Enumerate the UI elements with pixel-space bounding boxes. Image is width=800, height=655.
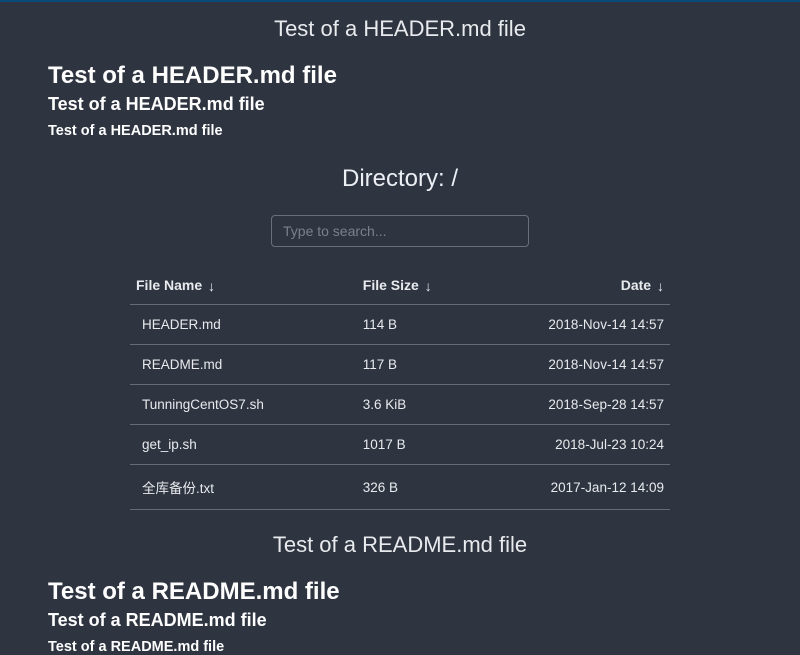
column-header-name[interactable]: File Name ↓ bbox=[130, 269, 333, 305]
file-name-cell[interactable]: README.md bbox=[130, 345, 333, 385]
sort-arrow-down-icon: ↓ bbox=[425, 278, 432, 294]
footer-markdown-block: Test of a README.md file Test of a READM… bbox=[0, 578, 800, 655]
table-row[interactable]: 全库备份.txt 326 B 2017-Jan-12 14:09 bbox=[130, 465, 670, 510]
table-row[interactable]: TunningCentOS7.sh 3.6 KiB 2018-Sep-28 14… bbox=[130, 385, 670, 425]
file-size-cell: 117 B bbox=[333, 345, 485, 385]
header-markdown-block: Test of a HEADER.md file Test of a HEADE… bbox=[0, 62, 800, 139]
table-row[interactable]: HEADER.md 114 B 2018-Nov-14 14:57 bbox=[130, 305, 670, 345]
file-name-cell[interactable]: 全库备份.txt bbox=[130, 465, 333, 510]
header-section-title: Test of a HEADER.md file bbox=[0, 16, 800, 42]
column-header-date[interactable]: Date ↓ bbox=[485, 269, 670, 305]
file-date-cell: 2018-Jul-23 10:24 bbox=[485, 425, 670, 465]
column-header-date-label: Date bbox=[621, 277, 651, 293]
file-size-cell: 1017 B bbox=[333, 425, 485, 465]
file-date-cell: 2018-Nov-14 14:57 bbox=[485, 305, 670, 345]
file-date-cell: 2018-Sep-28 14:57 bbox=[485, 385, 670, 425]
header-h2: Test of a HEADER.md file bbox=[48, 94, 752, 115]
header-h1: Test of a HEADER.md file bbox=[48, 62, 752, 90]
file-name-cell[interactable]: get_ip.sh bbox=[130, 425, 333, 465]
column-header-size-label: File Size bbox=[363, 277, 419, 293]
file-name-cell[interactable]: TunningCentOS7.sh bbox=[130, 385, 333, 425]
file-size-cell: 3.6 KiB bbox=[333, 385, 485, 425]
file-date-cell: 2017-Jan-12 14:09 bbox=[485, 465, 670, 510]
header-h3: Test of a HEADER.md file bbox=[48, 123, 752, 139]
file-listing-table: File Name ↓ File Size ↓ Date ↓ HEADER.md… bbox=[130, 269, 670, 510]
file-name-cell[interactable]: HEADER.md bbox=[130, 305, 333, 345]
table-row[interactable]: README.md 117 B 2018-Nov-14 14:57 bbox=[130, 345, 670, 385]
table-header-row: File Name ↓ File Size ↓ Date ↓ bbox=[130, 269, 670, 305]
search-input[interactable] bbox=[271, 215, 529, 247]
file-size-cell: 114 B bbox=[333, 305, 485, 345]
footer-h3: Test of a README.md file bbox=[48, 639, 752, 655]
column-header-size[interactable]: File Size ↓ bbox=[333, 269, 485, 305]
file-size-cell: 326 B bbox=[333, 465, 485, 510]
table-row[interactable]: get_ip.sh 1017 B 2018-Jul-23 10:24 bbox=[130, 425, 670, 465]
column-header-name-label: File Name bbox=[136, 277, 202, 293]
directory-label: Directory: / bbox=[0, 165, 800, 193]
file-date-cell: 2018-Nov-14 14:57 bbox=[485, 345, 670, 385]
footer-h2: Test of a README.md file bbox=[48, 610, 752, 631]
sort-arrow-down-icon: ↓ bbox=[208, 278, 215, 294]
footer-section-title: Test of a README.md file bbox=[0, 532, 800, 558]
footer-h1: Test of a README.md file bbox=[48, 578, 752, 606]
sort-arrow-down-icon: ↓ bbox=[657, 278, 664, 294]
